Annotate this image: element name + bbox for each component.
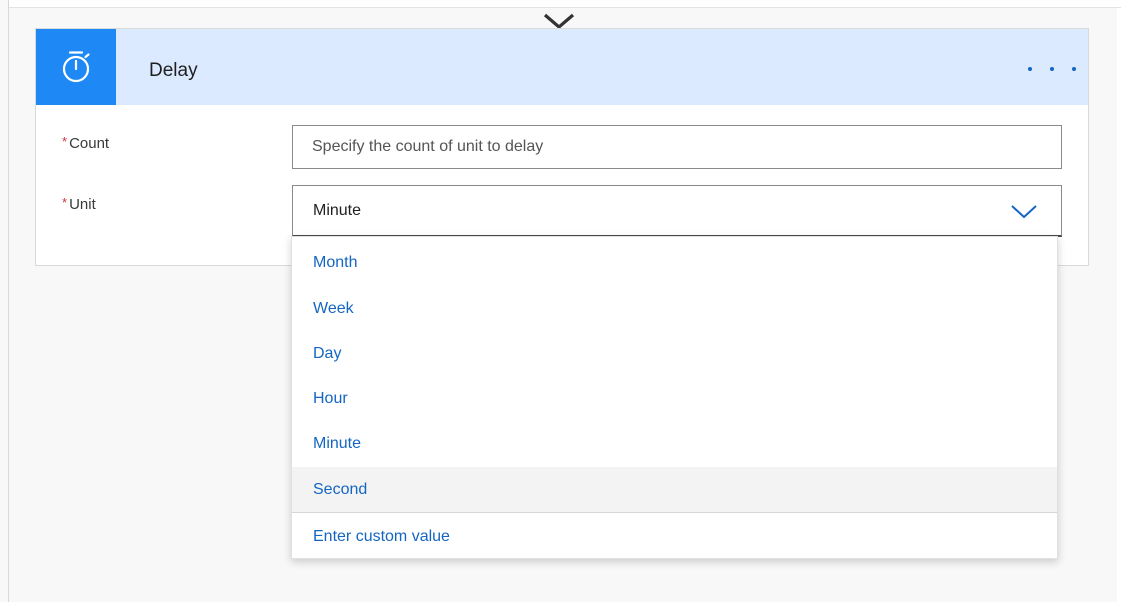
card-header[interactable]: Delay: [36, 29, 1088, 105]
unit-label-text: Unit: [69, 196, 96, 213]
count-label: * Count: [62, 134, 110, 152]
canvas-left-border: [8, 0, 9, 602]
option-day[interactable]: Day: [292, 331, 1057, 376]
unit-label: * Unit: [62, 195, 96, 213]
unit-selected-value: Minute: [313, 202, 362, 219]
more-dot: [1050, 67, 1054, 71]
more-options-button[interactable]: [1028, 61, 1076, 77]
option-minute[interactable]: Minute: [292, 421, 1057, 466]
flow-canvas: Delay *Count *Unit Minute Month Week Day…: [0, 0, 1121, 602]
required-marker: *: [62, 195, 68, 210]
action-icon-tile: [36, 29, 116, 105]
required-marker: *: [62, 134, 68, 149]
unit-select[interactable]: Minute: [292, 185, 1062, 237]
chevron-down-icon[interactable]: [1010, 201, 1038, 221]
more-horizontal-icon: [1028, 67, 1032, 71]
timer-icon: [62, 51, 90, 83]
option-hour[interactable]: Hour: [292, 376, 1057, 421]
option-month[interactable]: Month: [292, 240, 1057, 285]
option-enter-custom-value[interactable]: Enter custom value: [292, 514, 1057, 559]
option-second[interactable]: Second: [292, 467, 1057, 512]
delay-action-card: Delay *Count *Unit Minute: [35, 28, 1089, 266]
connector-arrow-icon: [543, 13, 575, 29]
dropdown-divider: [292, 512, 1057, 513]
more-dot: [1072, 67, 1076, 71]
option-week[interactable]: Week: [292, 286, 1057, 331]
card-title[interactable]: Delay: [149, 29, 198, 105]
unit-dropdown-list: Month Week Day Hour Minute Second Enter …: [291, 236, 1058, 559]
count-label-text: Count: [69, 135, 110, 152]
canvas-right-margin: [1117, 8, 1121, 602]
count-input[interactable]: [292, 125, 1062, 169]
